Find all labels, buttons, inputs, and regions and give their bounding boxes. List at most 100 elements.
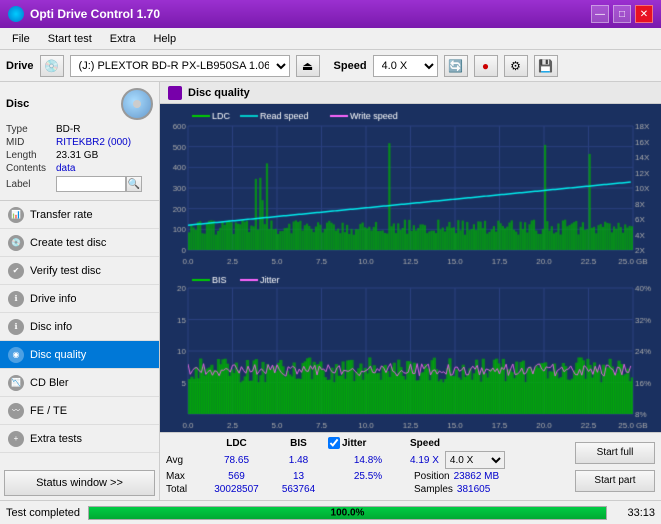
- menu-file[interactable]: File: [4, 31, 38, 47]
- sidebar-item-drive-info[interactable]: ℹ Drive info: [0, 285, 159, 313]
- samples-section: Samples 381605: [414, 484, 490, 495]
- app-title: Opti Drive Control 1.70: [30, 7, 160, 21]
- drive-info-label: Drive info: [30, 293, 76, 305]
- jitter-label: Jitter: [342, 438, 366, 449]
- sidebar-item-verify-test-disc[interactable]: ✔ Verify test disc: [0, 257, 159, 285]
- menu-bar: File Start test Extra Help: [0, 28, 661, 50]
- contents-row: Contents data: [6, 163, 153, 174]
- chart-panel: Disc quality LDC BIS Jitter Speed: [160, 82, 661, 500]
- drive-label: Drive: [6, 60, 34, 72]
- position-row: Position 23862 MB: [414, 471, 499, 482]
- verify-test-disc-label: Verify test disc: [30, 265, 101, 277]
- avg-label: Avg: [166, 455, 202, 466]
- extra-tests-label: Extra tests: [30, 433, 82, 445]
- settings-button[interactable]: ⚙: [504, 55, 528, 77]
- bottom-chart: [160, 268, 661, 432]
- transfer-rate-label: Transfer rate: [30, 209, 93, 221]
- jitter-avg: 14.8%: [328, 455, 408, 466]
- top-chart: [160, 104, 661, 268]
- extra-tests-icon: +: [8, 431, 24, 447]
- sidebar-item-disc-quality[interactable]: ◉ Disc quality: [0, 341, 159, 369]
- max-row: Max 569 13 25.5% Position 23862 MB: [166, 471, 563, 482]
- disc-quality-icon: ◉: [8, 347, 24, 363]
- main-content: Disc Type BD-R MID RITEKBR2 (000) Length…: [0, 82, 661, 500]
- contents-value: data: [56, 163, 75, 174]
- jitter-col-header: Jitter: [328, 437, 408, 449]
- label-btn[interactable]: 🔍: [126, 176, 142, 192]
- drive-select[interactable]: (J:) PLEXTOR BD-R PX-LB950SA 1.06: [70, 55, 290, 77]
- status-window-button[interactable]: Status window >>: [4, 470, 155, 496]
- sidebar-item-cd-bler[interactable]: 📉 CD Bler: [0, 369, 159, 397]
- label-row: Label 🔍: [6, 176, 153, 192]
- sidebar-item-transfer-rate[interactable]: 📊 Transfer rate: [0, 201, 159, 229]
- start-part-button[interactable]: Start part: [575, 470, 655, 492]
- length-row: Length 23.31 GB: [6, 150, 153, 161]
- disc-section-header: Disc: [6, 88, 153, 120]
- bis-avg: 1.48: [271, 455, 326, 466]
- length-key: Length: [6, 150, 56, 161]
- charts-area: [160, 104, 661, 432]
- ldc-total: 30028507: [204, 484, 269, 495]
- disc-info-label: Disc info: [30, 321, 72, 333]
- progress-track: 100.0%: [88, 506, 607, 520]
- close-button[interactable]: ✕: [635, 5, 653, 23]
- jitter-checkbox[interactable]: [328, 437, 340, 449]
- minimize-button[interactable]: —: [591, 5, 609, 23]
- max-label: Max: [166, 471, 202, 482]
- app-icon: [8, 6, 24, 22]
- samples-label: Samples: [414, 484, 453, 495]
- sidebar: Disc Type BD-R MID RITEKBR2 (000) Length…: [0, 82, 160, 500]
- drive-info-icon: ℹ: [8, 291, 24, 307]
- bis-col-header: BIS: [271, 438, 326, 449]
- create-test-disc-label: Create test disc: [30, 237, 106, 249]
- disc-info-icon: ℹ: [8, 319, 24, 335]
- speed-col-header: Speed: [410, 438, 440, 449]
- drive-icon: 💿: [40, 55, 64, 77]
- bis-max: 13: [271, 471, 326, 482]
- type-row: Type BD-R: [6, 124, 153, 135]
- status-text: Test completed: [6, 507, 80, 519]
- sidebar-item-extra-tests[interactable]: + Extra tests: [0, 425, 159, 453]
- nav-items: 📊 Transfer rate 💿 Create test disc ✔ Ver…: [0, 201, 159, 466]
- bis-total: 563764: [271, 484, 326, 495]
- maximize-button[interactable]: □: [613, 5, 631, 23]
- ldc-max: 569: [204, 471, 269, 482]
- menu-start-test[interactable]: Start test: [40, 31, 100, 47]
- sidebar-item-create-test-disc[interactable]: 💿 Create test disc: [0, 229, 159, 257]
- total-label: Total: [166, 484, 202, 495]
- menu-help[interactable]: Help: [145, 31, 184, 47]
- chart-header: Disc quality: [160, 82, 661, 104]
- disc-section-title: Disc: [6, 98, 29, 110]
- toolbar: Drive 💿 (J:) PLEXTOR BD-R PX-LB950SA 1.0…: [0, 50, 661, 82]
- chart-header-icon: [168, 86, 182, 100]
- title-controls: — □ ✕: [591, 5, 653, 23]
- label-input[interactable]: [56, 176, 126, 192]
- samples-row: Samples 381605: [414, 484, 490, 495]
- sidebar-item-disc-info[interactable]: ℹ Disc info: [0, 313, 159, 341]
- progress-text: 100.0%: [331, 507, 365, 518]
- label-key: Label: [6, 179, 56, 190]
- length-value: 23.31 GB: [56, 150, 98, 161]
- start-buttons: Start full Start part: [569, 433, 661, 500]
- mid-row: MID RITEKBR2 (000): [6, 137, 153, 148]
- burn-button[interactable]: ●: [474, 55, 498, 77]
- mid-key: MID: [6, 137, 56, 148]
- eject-button[interactable]: ⏏: [296, 55, 320, 77]
- disc-section: Disc Type BD-R MID RITEKBR2 (000) Length…: [0, 82, 159, 201]
- speed-dropdown[interactable]: 4.0 X: [445, 451, 505, 469]
- transfer-rate-icon: 📊: [8, 207, 24, 223]
- fe-te-label: FE / TE: [30, 405, 67, 417]
- speed-select[interactable]: 4.0 X: [373, 55, 438, 77]
- refresh-button[interactable]: 🔄: [444, 55, 468, 77]
- menu-extra[interactable]: Extra: [102, 31, 144, 47]
- jitter-max: 25.5%: [328, 471, 408, 482]
- save-button[interactable]: 💾: [534, 55, 558, 77]
- title-bar: Opti Drive Control 1.70 — □ ✕: [0, 0, 661, 28]
- stats-bar: LDC BIS Jitter Speed Avg 78.65 1.48 14.8…: [160, 432, 661, 500]
- speed-label: Speed: [334, 60, 367, 72]
- cd-bler-label: CD Bler: [30, 377, 69, 389]
- sidebar-item-fe-te[interactable]: 〰 FE / TE: [0, 397, 159, 425]
- samples-val: 381605: [457, 484, 490, 495]
- start-full-button[interactable]: Start full: [575, 442, 655, 464]
- avg-row: Avg 78.65 1.48 14.8% 4.19 X 4.0 X: [166, 451, 563, 469]
